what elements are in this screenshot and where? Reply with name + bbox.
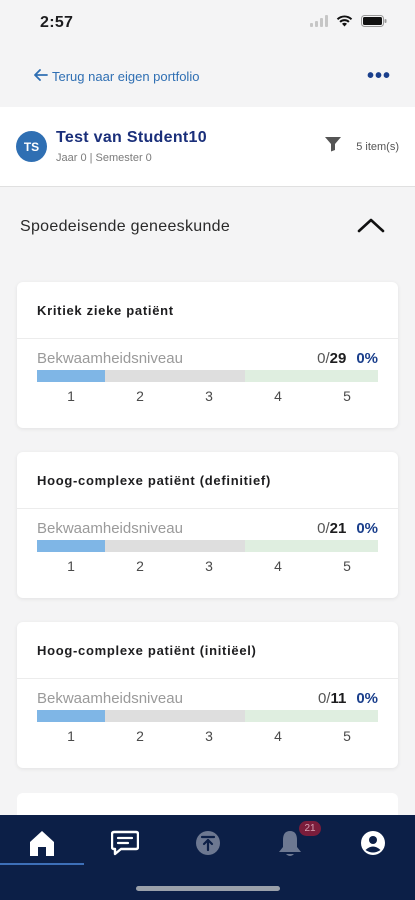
section-header[interactable]: Spoedeisende geneeskunde [0, 188, 415, 266]
bar-fill [37, 540, 105, 552]
level-ticks: 1 2 3 4 5 [17, 722, 398, 744]
level-row: Bekwaamheidsniveau 0/21 0% [17, 509, 398, 537]
tick-label: 2 [136, 728, 144, 744]
home-icon [27, 828, 57, 863]
percent: 0% [356, 350, 378, 367]
achieved-count: 0 [317, 520, 326, 537]
level-label: Bekwaamheidsniveau [37, 350, 183, 367]
card-title: Kritiek zieke patiënt [17, 282, 398, 339]
bar-end [245, 540, 378, 552]
competence-card[interactable]: Hoog-complexe patiënt (initiëel) Bekwaam… [17, 622, 398, 768]
level-progress-bar [37, 710, 378, 722]
back-arrow-icon [34, 68, 48, 84]
student-header: TS Test van Student10 Jaar 0 | Semester … [0, 107, 415, 187]
student-name: Test van Student10 [56, 129, 207, 146]
student-info: Test van Student10 Jaar 0 | Semester 0 [56, 129, 324, 164]
student-meta: Jaar 0 | Semester 0 [56, 152, 152, 164]
bar-fill [37, 710, 105, 722]
tick-label: 5 [343, 558, 351, 574]
tick-label: 1 [67, 728, 75, 744]
bar-mid [105, 370, 245, 382]
signal-icon [310, 14, 328, 32]
total-count: 11 [330, 690, 347, 707]
section-title: Spoedeisende geneeskunde [20, 218, 231, 235]
competence-card[interactable]: Hoog-complexe patiënt (definitief) Bekwa… [17, 452, 398, 598]
notification-badge: 21 [299, 821, 321, 836]
total-count: 29 [329, 350, 347, 367]
card-title: Hoog-complexe patiënt (definitief) [17, 452, 398, 509]
item-count: 5 item(s) [356, 140, 399, 153]
percent: 0% [356, 520, 378, 537]
tick-label: 4 [274, 558, 282, 574]
tick-label: 1 [67, 558, 75, 574]
tick-label: 5 [343, 388, 351, 404]
tick-label: 4 [274, 388, 282, 404]
active-tab-indicator [0, 863, 84, 865]
achieved-count: 0 [317, 350, 326, 367]
tick-label: 3 [205, 558, 213, 574]
bar-mid [105, 710, 245, 722]
percent: 0% [356, 690, 378, 707]
status-icons [310, 14, 387, 32]
tick-label: 2 [136, 558, 144, 574]
level-ticks: 1 2 3 4 5 [17, 382, 398, 404]
tick-label: 3 [205, 388, 213, 404]
status-time: 2:57 [40, 14, 74, 31]
battery-icon [361, 14, 387, 32]
bar-fill [37, 370, 105, 382]
card-title: Hoog-complexe patiënt (initiëel) [17, 622, 398, 679]
level-ticks: 1 2 3 4 5 [17, 552, 398, 574]
tick-label: 2 [136, 388, 144, 404]
tab-bar: 21 [0, 815, 415, 900]
wifi-icon [336, 14, 353, 32]
level-count: 0/21 0% [317, 520, 378, 537]
level-row: Bekwaamheidsniveau 0/11 0% [17, 679, 398, 707]
tick-label: 4 [274, 728, 282, 744]
level-count: 0/29 0% [317, 350, 378, 367]
chat-icon [110, 830, 140, 861]
bar-end [245, 370, 378, 382]
tick-label: 5 [343, 728, 351, 744]
tick-label: 3 [205, 728, 213, 744]
back-link-label: Terug naar eigen portfolio [52, 68, 200, 84]
status-bar: 2:57 [0, 0, 415, 46]
tab-home[interactable] [22, 825, 62, 865]
level-label: Bekwaamheidsniveau [37, 520, 183, 537]
competence-card[interactable]: Kritiek zieke patiënt Bekwaamheidsniveau… [17, 282, 398, 428]
tab-messages[interactable] [105, 825, 145, 865]
achieved-count: 0 [317, 690, 327, 707]
tick-label: 1 [67, 388, 75, 404]
back-link[interactable]: Terug naar eigen portfolio [34, 69, 199, 84]
home-indicator [136, 886, 280, 891]
level-label: Bekwaamheidsniveau [37, 690, 183, 707]
upload-icon [194, 829, 222, 862]
more-icon[interactable]: ••• [367, 65, 391, 88]
bar-mid [105, 540, 245, 552]
tab-upload[interactable] [188, 825, 228, 865]
chevron-up-icon[interactable] [357, 217, 385, 238]
tab-profile[interactable] [353, 825, 393, 865]
avatar: TS [16, 131, 47, 162]
profile-icon [360, 830, 386, 861]
filter-icon[interactable] [324, 136, 342, 157]
level-count: 0/11 0% [317, 690, 378, 707]
bar-end [245, 710, 378, 722]
nav-row: Terug naar eigen portfolio ••• [0, 56, 415, 96]
total-count: 21 [329, 520, 347, 537]
level-row: Bekwaamheidsniveau 0/29 0% [17, 339, 398, 367]
level-progress-bar [37, 540, 378, 552]
level-progress-bar [37, 370, 378, 382]
